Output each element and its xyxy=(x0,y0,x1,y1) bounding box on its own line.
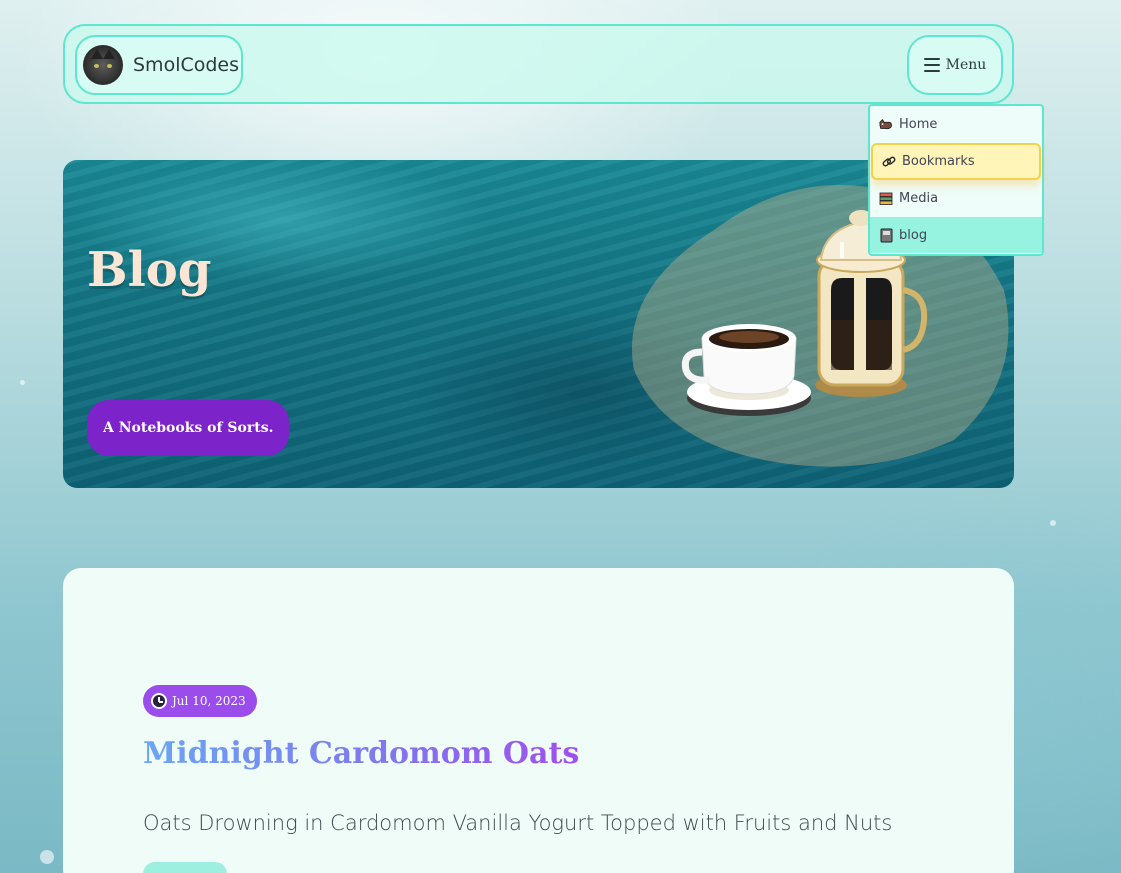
background-speck xyxy=(40,850,54,864)
post-title-link[interactable]: Midnight Cardomom Oats xyxy=(143,736,579,771)
hamburger-icon xyxy=(923,58,940,72)
books-icon xyxy=(879,192,893,206)
post-date: Jul 10, 2023 xyxy=(172,694,246,708)
background-speck xyxy=(1050,520,1056,526)
menu-item-bookmarks[interactable]: Bookmarks xyxy=(871,143,1041,180)
nav-dropdown-menu: Home Bookmarks Media blog xyxy=(868,104,1044,256)
notebook-icon xyxy=(879,228,893,242)
menu-label: Menu xyxy=(945,57,987,73)
menu-item-label: Media xyxy=(899,191,939,206)
clock-icon xyxy=(151,693,167,709)
cat-avatar xyxy=(83,45,123,85)
post-card: Jul 10, 2023 Midnight Cardomom Oats Oats… xyxy=(63,568,1014,873)
menu-item-label: Home xyxy=(899,117,938,132)
page-title: Blog xyxy=(87,242,212,298)
menu-item-label: Bookmarks xyxy=(902,154,975,169)
cat-icon xyxy=(879,118,893,132)
post-description: Oats Drowning in Cardomom Vanilla Yogurt… xyxy=(143,811,893,835)
brand-home-link[interactable]: SmolCodes xyxy=(75,35,243,95)
brand-name: SmolCodes xyxy=(133,54,240,76)
post-date-badge: Jul 10, 2023 xyxy=(143,685,257,717)
read-more-button[interactable] xyxy=(143,862,227,873)
link-icon xyxy=(882,155,896,169)
menu-item-label: blog xyxy=(899,227,928,243)
background-speck xyxy=(20,380,25,385)
menu-item-blog[interactable]: blog xyxy=(870,217,1042,253)
hero-subtitle-pill: A Notebooks of Sorts. xyxy=(87,400,290,456)
menu-button[interactable]: Menu xyxy=(907,35,1003,95)
menu-item-home[interactable]: Home xyxy=(870,106,1042,143)
top-navbar: SmolCodes Menu xyxy=(63,24,1014,104)
menu-item-media[interactable]: Media xyxy=(870,180,1042,217)
